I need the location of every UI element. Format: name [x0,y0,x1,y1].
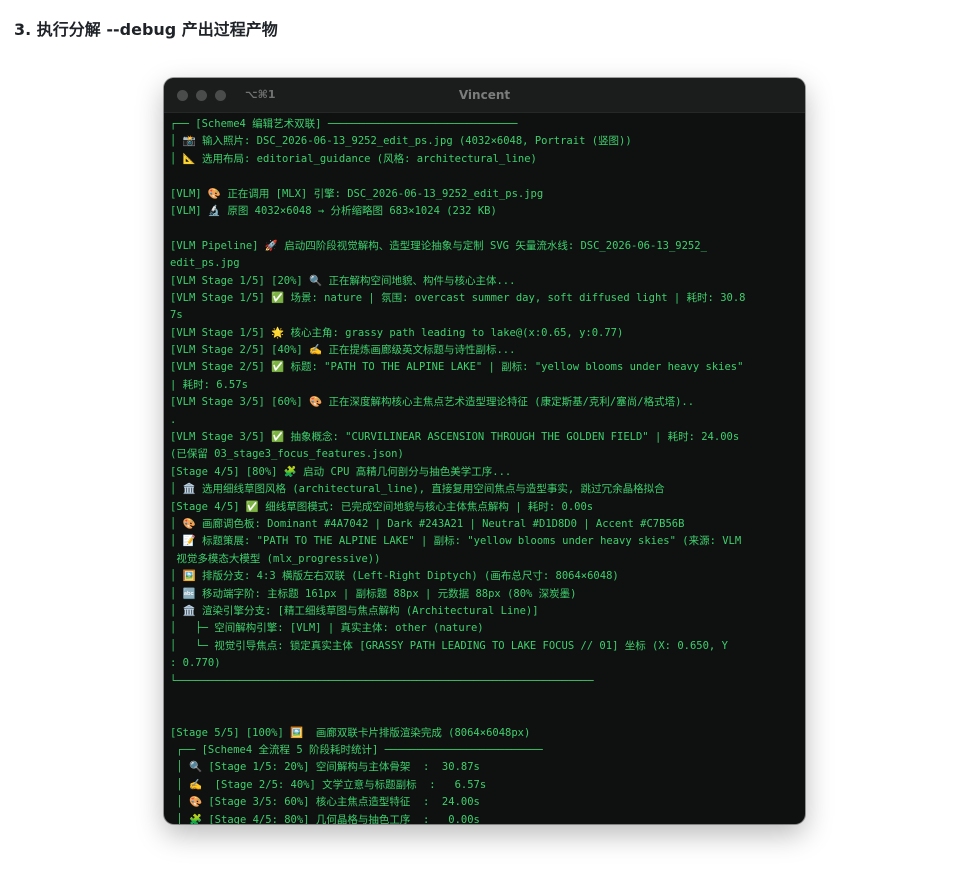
terminal-line: [Stage 4/5] ✅ 细线草图模式: 已完成空间地貌与核心主体焦点解构 |… [170,500,594,513]
terminal-line: [VLM Stage 1/5] 🌟 核心主角: grassy path lead… [170,326,624,339]
terminal-line: edit_ps.jpg [170,257,240,270]
terminal-line: │ ├─ 空间解构引擎: [VLM] | 真实主体: other (nature… [170,622,484,635]
terminal-line: [Stage 5/5] [100%] 🖼️ 画廊双联卡片排版渲染完成 (8064… [170,726,531,739]
terminal-output[interactable]: ┌── [Scheme4 编辑艺术双联] ───────────────────… [170,116,799,824]
terminal-line: │ 🖼️ 排版分支: 4:3 横版左右双联 (Left-Right Diptyc… [170,570,619,583]
terminal-line: . [170,413,177,426]
terminal-line: │ 🔍 [Stage 1/5: 20%] 空间解构与主体骨架 : 30.87s [170,761,480,774]
terminal-line: │ 📝 标题策展: "PATH TO THE ALPINE LAKE" | 副标… [170,535,742,548]
window-title: Vincent [458,88,511,102]
terminal-line: 视觉多模态大模型 (mlx_progressive)) [170,552,381,565]
terminal-line: │ 🏛️ 渲染引擎分支: [精工细线草图与焦点解构 (Architectural… [170,604,539,617]
terminal-line: [VLM Stage 2/5] ✅ 标题: "PATH TO THE ALPIN… [170,361,744,374]
terminal-line: │ 🏛️ 选用细线草图风格 (architectural_line), 直接复用… [170,483,665,496]
terminal-line: [VLM Stage 1/5] [20%] 🔍 正在解构空间地貌、构件与核心主体… [170,274,516,287]
terminal-line: 7s [170,309,183,322]
terminal-line: │ 📸 输入照片: DSC_2026-06-13_9252_edit_ps.jp… [170,135,632,148]
document-heading: 3. 执行分解 --debug 产出过程产物 [14,20,278,39]
terminal-line: │ 🔤 移动端字阶: 主标题 161px | 副标题 88px | 元数据 88… [170,587,577,600]
terminal-line: └───────────────────────────────────────… [170,674,594,687]
terminal-line: [VLM] 🔬 原图 4032×6048 → 分析缩略图 683×1024 (2… [170,204,497,217]
terminal-line: │ 🎨 画廊调色板: Dominant #4A7042 | Dark #243A… [170,517,685,530]
terminal-line: [VLM Stage 3/5] [60%] 🎨 正在深度解构核心主焦点艺术造型理… [170,396,695,409]
terminal-line: [VLM Stage 3/5] ✅ 抽象概念: "CURVILINEAR ASC… [170,431,740,444]
title-bar[interactable]: ⌥⌘1 Vincent [164,78,805,113]
terminal-line: (已保留 03_stage3_focus_features.json) [170,448,404,461]
terminal-line: [VLM Stage 2/5] [40%] ✍️ 正在提炼画廊级英文标题与诗性副… [170,344,516,357]
terminal-line: │ 📐 选用布局: editorial_guidance (风格: archit… [170,152,537,165]
terminal-line: ┌── [Scheme4 全流程 5 阶段耗时统计] ─────────────… [170,744,543,757]
terminal-line: [Stage 4/5] [80%] 🧩 启动 CPU 高精几何剖分与抽色美学工序… [170,465,512,478]
terminal-window[interactable]: ⌥⌘1 Vincent ┌── [Scheme4 编辑艺术双联] ───────… [164,78,805,824]
terminal-line: │ 🧩 [Stage 4/5: 80%] 几何晶格与抽色工序 : 0.00s [170,813,480,824]
terminal-line: [VLM Pipeline] 🚀 启动四阶段视觉解构、造型理论抽象与定制 SVG… [170,239,707,252]
terminal-line: ┌── [Scheme4 编辑艺术双联] ───────────────────… [170,118,518,130]
terminal-line: [VLM Stage 1/5] ✅ 场景: nature | 氛围: overc… [170,291,746,304]
terminal-line: │ 🎨 [Stage 3/5: 60%] 核心主焦点造型特征 : 24.00s [170,796,480,809]
terminal-line: [VLM] 🎨 正在调用 [MLX] 引擎: DSC_2026-06-13_92… [170,187,544,200]
terminal-line: : 0.770) [170,657,221,670]
terminal-line: │ └─ 视觉引导焦点: 锁定真实主体 [GRASSY PATH LEADING… [170,639,728,652]
terminal-line: | 耗时: 6.57s [170,378,248,391]
terminal-line: │ ✍️ [Stage 2/5: 40%] 文学立意与标题副标 : 6.57s [170,778,487,791]
